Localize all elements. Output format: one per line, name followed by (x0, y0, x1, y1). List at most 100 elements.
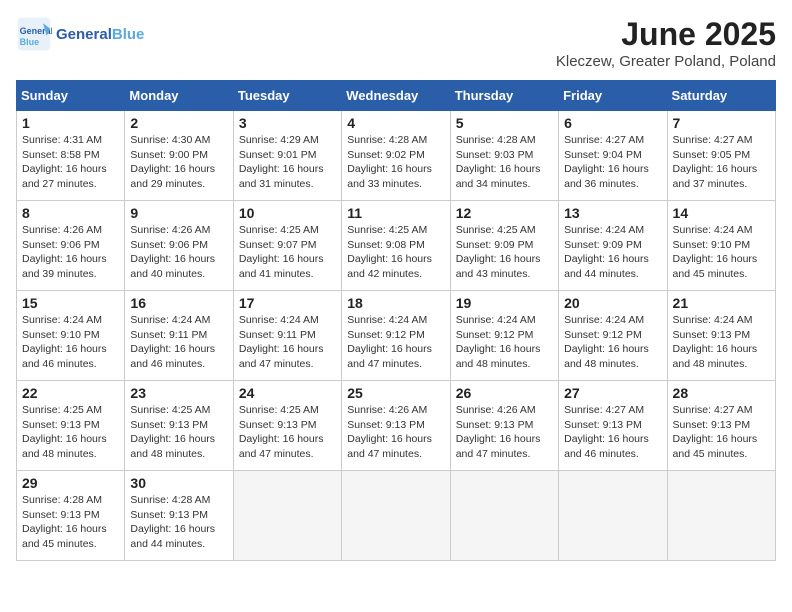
day-cell-24: 24 Sunrise: 4:25 AMSunset: 9:13 PMDayligh… (233, 381, 341, 471)
day-cell-25: 25 Sunrise: 4:26 AMSunset: 9:13 PMDayligh… (342, 381, 450, 471)
day-info: Sunrise: 4:28 AMSunset: 9:02 PMDaylight:… (347, 133, 444, 192)
day-cell-1: 1Sunrise: 4:31 AMSunset: 8:58 PMDaylight… (17, 111, 125, 201)
day-info: Sunrise: 4:26 AMSunset: 9:06 PMDaylight:… (22, 223, 119, 282)
day-info: Sunrise: 4:28 AMSunset: 9:13 PMDaylight:… (22, 493, 119, 552)
day-info: Sunrise: 4:25 AMSunset: 9:13 PMDaylight:… (130, 403, 227, 462)
day-cell-11: 11Sunrise: 4:25 AMSunset: 9:08 PMDayligh… (342, 201, 450, 291)
day-number: 19 (456, 295, 553, 311)
day-number: 25 (347, 385, 444, 401)
header-day-sunday: Sunday (17, 81, 125, 111)
day-cell-17: 17 Sunrise: 4:24 AMSunset: 9:11 PMDayligh… (233, 291, 341, 381)
month-title: June 2025 (556, 16, 776, 53)
day-cell-3: 3 Sunrise: 4:29 AMSunset: 9:01 PMDaylight… (233, 111, 341, 201)
day-number: 21 (673, 295, 770, 311)
header-day-tuesday: Tuesday (233, 81, 341, 111)
day-number: 9 (130, 205, 227, 221)
day-cell-18: 18 Sunrise: 4:24 AMSunset: 9:12 PMDayligh… (342, 291, 450, 381)
day-info: Sunrise: 4:27 AMSunset: 9:13 PMDaylight:… (564, 403, 661, 462)
day-info: Sunrise: 4:24 AMSunset: 9:11 PMDaylight:… (239, 313, 336, 372)
day-number: 2 (130, 115, 227, 131)
day-cell-21: 21 Sunrise: 4:24 AMSunset: 9:13 PMDayligh… (667, 291, 775, 381)
day-cell-27: 27 Sunrise: 4:27 AMSunset: 9:13 PMDayligh… (559, 381, 667, 471)
day-cell-6: 6 Sunrise: 4:27 AMSunset: 9:04 PMDaylight… (559, 111, 667, 201)
day-cell-4: 4 Sunrise: 4:28 AMSunset: 9:02 PMDaylight… (342, 111, 450, 201)
empty-cell (667, 471, 775, 561)
day-cell-29: 29 Sunrise: 4:28 AMSunset: 9:13 PMDayligh… (17, 471, 125, 561)
day-info: Sunrise: 4:26 AMSunset: 9:06 PMDaylight:… (130, 223, 227, 282)
day-info: Sunrise: 4:29 AMSunset: 9:01 PMDaylight:… (239, 133, 336, 192)
day-number: 17 (239, 295, 336, 311)
logo-icon: General Blue (16, 16, 52, 52)
logo: General Blue GeneralBlue (16, 16, 144, 52)
header-day-monday: Monday (125, 81, 233, 111)
week-row-1: 1Sunrise: 4:31 AMSunset: 8:58 PMDaylight… (17, 111, 776, 201)
day-info: Sunrise: 4:24 AMSunset: 9:12 PMDaylight:… (456, 313, 553, 372)
logo-name: GeneralBlue (56, 26, 144, 43)
day-number: 18 (347, 295, 444, 311)
day-cell-9: 9 Sunrise: 4:26 AMSunset: 9:06 PMDaylight… (125, 201, 233, 291)
day-number: 26 (456, 385, 553, 401)
day-number: 1 (22, 115, 119, 131)
empty-cell (233, 471, 341, 561)
day-cell-15: 15 Sunrise: 4:24 AMSunset: 9:10 PMDayligh… (17, 291, 125, 381)
header-day-saturday: Saturday (667, 81, 775, 111)
calendar: SundayMondayTuesdayWednesdayThursdayFrid… (16, 80, 776, 561)
day-info: Sunrise: 4:24 AMSunset: 9:09 PMDaylight:… (564, 223, 661, 282)
day-number: 16 (130, 295, 227, 311)
day-info: Sunrise: 4:28 AMSunset: 9:13 PMDaylight:… (130, 493, 227, 552)
day-info: Sunrise: 4:24 AMSunset: 9:10 PMDaylight:… (673, 223, 770, 282)
day-cell-12: 12Sunrise: 4:25 AMSunset: 9:09 PMDayligh… (450, 201, 558, 291)
day-number: 22 (22, 385, 119, 401)
day-info: Sunrise: 4:27 AMSunset: 9:04 PMDaylight:… (564, 133, 661, 192)
day-number: 4 (347, 115, 444, 131)
day-info: Sunrise: 4:25 AMSunset: 9:08 PMDaylight:… (347, 223, 444, 282)
svg-text:Blue: Blue (20, 37, 40, 47)
day-cell-7: 7Sunrise: 4:27 AMSunset: 9:05 PMDaylight… (667, 111, 775, 201)
calendar-header-row: SundayMondayTuesdayWednesdayThursdayFrid… (17, 81, 776, 111)
day-number: 14 (673, 205, 770, 221)
day-number: 13 (564, 205, 661, 221)
day-info: Sunrise: 4:25 AMSunset: 9:13 PMDaylight:… (22, 403, 119, 462)
day-info: Sunrise: 4:26 AMSunset: 9:13 PMDaylight:… (347, 403, 444, 462)
day-number: 3 (239, 115, 336, 131)
header-day-friday: Friday (559, 81, 667, 111)
day-info: Sunrise: 4:24 AMSunset: 9:13 PMDaylight:… (673, 313, 770, 372)
week-row-3: 15 Sunrise: 4:24 AMSunset: 9:10 PMDayligh… (17, 291, 776, 381)
day-cell-26: 26Sunrise: 4:26 AMSunset: 9:13 PMDayligh… (450, 381, 558, 471)
day-cell-2: 2 Sunrise: 4:30 AMSunset: 9:00 PMDaylight… (125, 111, 233, 201)
day-info: Sunrise: 4:24 AMSunset: 9:10 PMDaylight:… (22, 313, 119, 372)
day-info: Sunrise: 4:27 AMSunset: 9:13 PMDaylight:… (673, 403, 770, 462)
location-title: Kleczew, Greater Poland, Poland (556, 53, 776, 70)
week-row-5: 29 Sunrise: 4:28 AMSunset: 9:13 PMDayligh… (17, 471, 776, 561)
title-area: June 2025 Kleczew, Greater Poland, Polan… (556, 16, 776, 70)
day-info: Sunrise: 4:24 AMSunset: 9:12 PMDaylight:… (564, 313, 661, 372)
day-number: 5 (456, 115, 553, 131)
empty-cell (559, 471, 667, 561)
day-cell-14: 14 Sunrise: 4:24 AMSunset: 9:10 PMDayligh… (667, 201, 775, 291)
day-cell-8: 8Sunrise: 4:26 AMSunset: 9:06 PMDaylight… (17, 201, 125, 291)
day-number: 28 (673, 385, 770, 401)
day-info: Sunrise: 4:30 AMSunset: 9:00 PMDaylight:… (130, 133, 227, 192)
header-day-thursday: Thursday (450, 81, 558, 111)
day-info: Sunrise: 4:25 AMSunset: 9:13 PMDaylight:… (239, 403, 336, 462)
day-info: Sunrise: 4:27 AMSunset: 9:05 PMDaylight:… (673, 133, 770, 192)
empty-cell (342, 471, 450, 561)
day-cell-28: 28 Sunrise: 4:27 AMSunset: 9:13 PMDayligh… (667, 381, 775, 471)
day-number: 29 (22, 475, 119, 491)
header-day-wednesday: Wednesday (342, 81, 450, 111)
empty-cell (450, 471, 558, 561)
day-number: 15 (22, 295, 119, 311)
day-cell-20: 20 Sunrise: 4:24 AMSunset: 9:12 PMDayligh… (559, 291, 667, 381)
day-number: 27 (564, 385, 661, 401)
day-info: Sunrise: 4:24 AMSunset: 9:12 PMDaylight:… (347, 313, 444, 372)
day-number: 30 (130, 475, 227, 491)
day-number: 6 (564, 115, 661, 131)
day-cell-13: 13 Sunrise: 4:24 AMSunset: 9:09 PMDayligh… (559, 201, 667, 291)
week-row-2: 8Sunrise: 4:26 AMSunset: 9:06 PMDaylight… (17, 201, 776, 291)
day-info: Sunrise: 4:25 AMSunset: 9:07 PMDaylight:… (239, 223, 336, 282)
day-number: 20 (564, 295, 661, 311)
day-cell-5: 5Sunrise: 4:28 AMSunset: 9:03 PMDaylight… (450, 111, 558, 201)
day-number: 24 (239, 385, 336, 401)
day-cell-30: 30 Sunrise: 4:28 AMSunset: 9:13 PMDayligh… (125, 471, 233, 561)
day-number: 10 (239, 205, 336, 221)
